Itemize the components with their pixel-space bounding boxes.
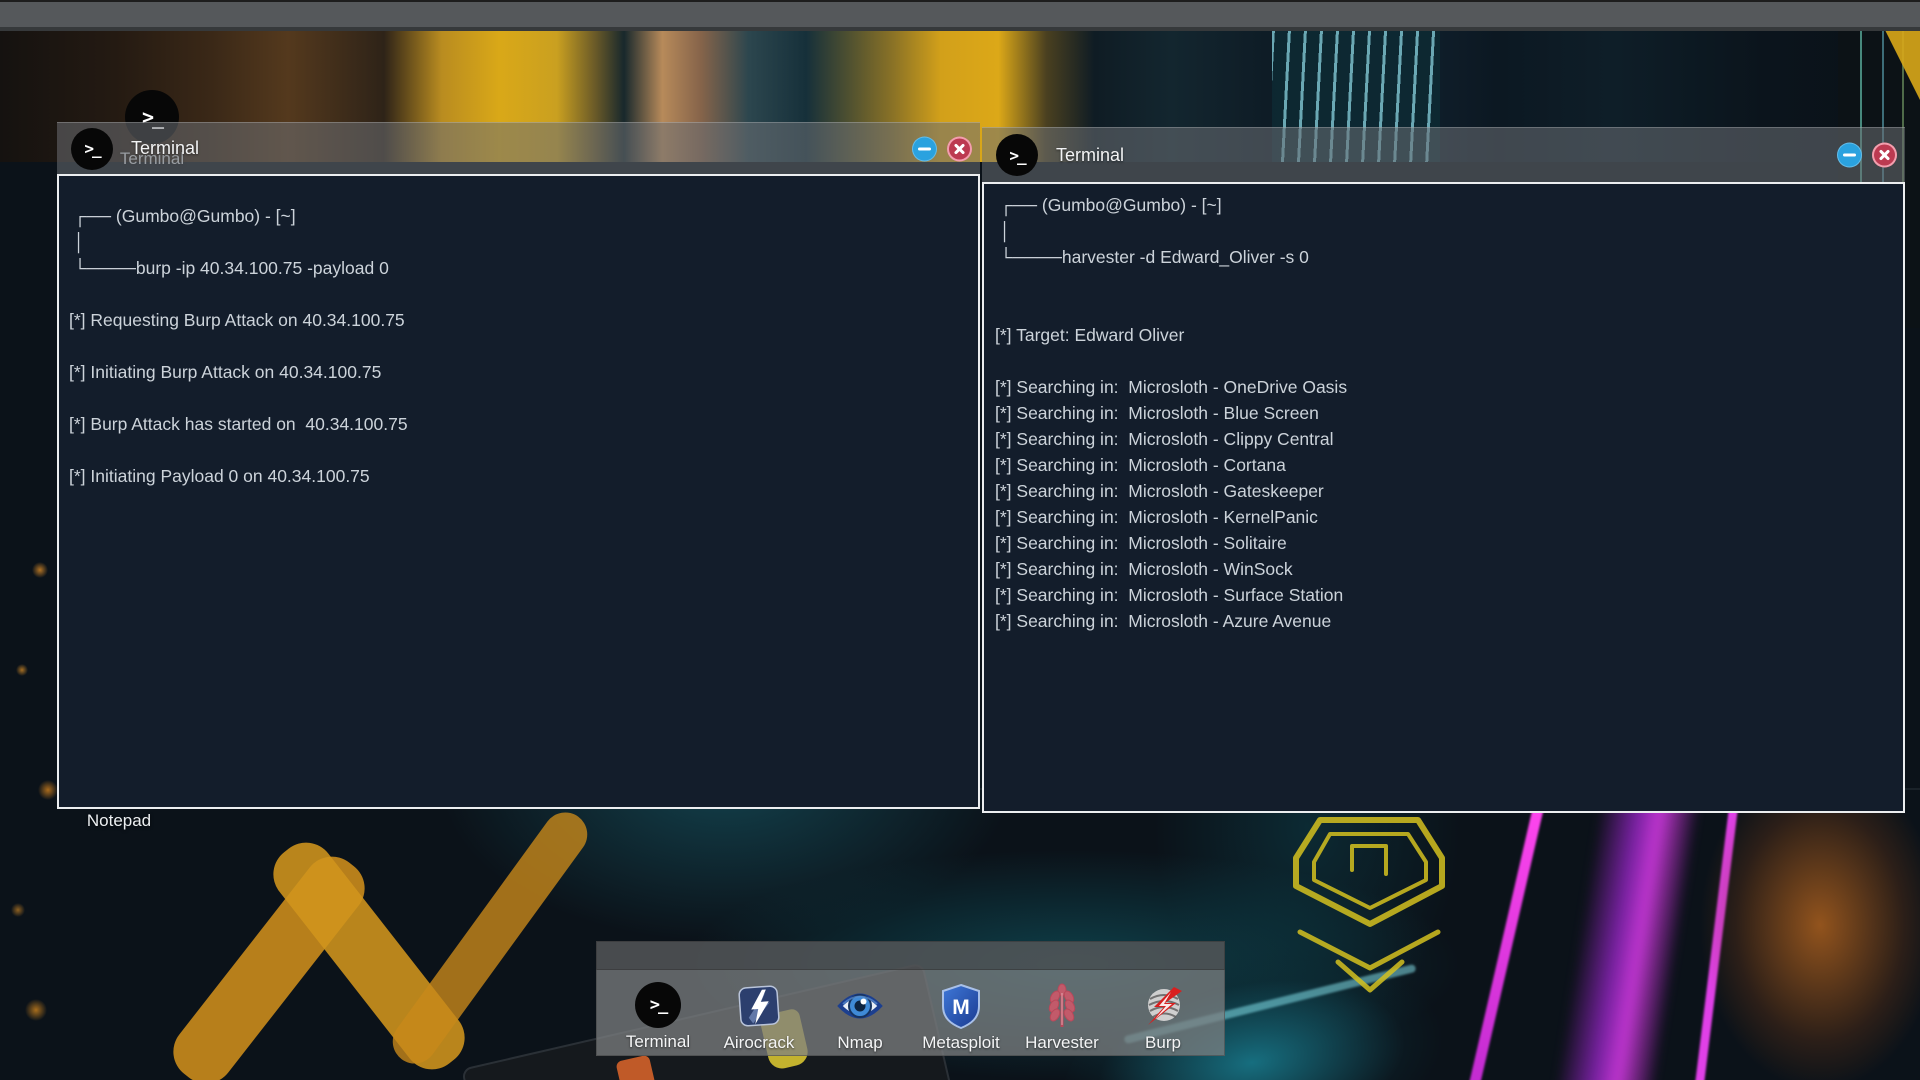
close-button[interactable] bbox=[1872, 143, 1897, 168]
dock-item-label: Harvester bbox=[1025, 1033, 1099, 1053]
dock-item-harvester[interactable]: Harvester bbox=[1012, 982, 1113, 1055]
wallpaper-panel-mark bbox=[615, 1054, 661, 1080]
eye-icon bbox=[837, 983, 883, 1029]
dock-item-label: Airocrack bbox=[724, 1033, 795, 1053]
terminal-output: ┌── (Gumbo@Gumbo) - [~] │ └────harvester… bbox=[984, 184, 1903, 634]
prompt-glyph: >_ bbox=[84, 139, 99, 158]
dock-item-terminal[interactable]: >_ Terminal bbox=[608, 982, 709, 1055]
wallpaper-magenta-band bbox=[1556, 782, 1699, 1080]
terminal-body: ┌── (Gumbo@Gumbo) - [~] │ └────harvester… bbox=[982, 182, 1905, 813]
prompt-glyph: >_ bbox=[1009, 146, 1024, 165]
dock-item-label: Burp bbox=[1145, 1033, 1181, 1053]
terminal-window-burp: >_ Terminal ┌── (Gumbo@Gumbo) - [~] │ └─… bbox=[57, 122, 980, 809]
terminal-prompt-icon: >_ bbox=[71, 128, 113, 170]
desktop-icon-notepad-label: Notepad bbox=[87, 811, 151, 831]
dock-item-burp[interactable]: Burp bbox=[1113, 982, 1214, 1055]
prompt-glyph: >_ bbox=[650, 995, 666, 1015]
window-titlebar[interactable]: >_ Terminal bbox=[57, 122, 980, 174]
close-button[interactable] bbox=[947, 136, 972, 161]
window-title: Terminal bbox=[131, 138, 199, 159]
dock-body: >_ Terminal Airocrack bbox=[596, 970, 1225, 1056]
terminal-window-harvester: >_ Terminal ┌── (Gumbo@Gumbo) - [~] │ └─… bbox=[982, 127, 1905, 813]
minimize-icon bbox=[1843, 154, 1856, 157]
red-bolt-icon bbox=[1140, 983, 1186, 1029]
dock-item-airocrack[interactable]: Airocrack bbox=[709, 982, 810, 1055]
shield-m-icon: M bbox=[938, 983, 984, 1029]
dock-item-label: Nmap bbox=[837, 1033, 882, 1053]
minimize-button[interactable] bbox=[1837, 143, 1862, 168]
desktop-background: >_ Terminal Notepad >_ Terminal ┌── (Gum… bbox=[0, 0, 1920, 1080]
wheat-icon bbox=[1039, 983, 1085, 1029]
svg-text:M: M bbox=[952, 996, 970, 1019]
dock: >_ Terminal Airocrack bbox=[596, 941, 1225, 1056]
window-titlebar[interactable]: >_ Terminal bbox=[982, 127, 1905, 182]
wallpaper-hexagon-emblem bbox=[1286, 812, 1452, 998]
top-bar bbox=[0, 0, 1920, 31]
dock-item-label: Metasploit bbox=[922, 1033, 999, 1053]
minimize-icon bbox=[918, 147, 931, 150]
terminal-body: ┌── (Gumbo@Gumbo) - [~] │ └────burp -ip … bbox=[57, 174, 980, 809]
dock-handle bbox=[596, 941, 1225, 970]
window-title: Terminal bbox=[1056, 145, 1124, 166]
terminal-output: ┌── (Gumbo@Gumbo) - [~] │ └────burp -ip … bbox=[59, 176, 978, 489]
dock-item-metasploit[interactable]: M Metasploit bbox=[911, 982, 1012, 1055]
minimize-button[interactable] bbox=[912, 136, 937, 161]
terminal-prompt-icon: >_ bbox=[635, 982, 681, 1028]
lightning-badge-icon bbox=[736, 983, 782, 1029]
dock-item-label: Terminal bbox=[626, 1032, 690, 1052]
dock-item-nmap[interactable]: Nmap bbox=[810, 982, 911, 1055]
wallpaper-left-column bbox=[0, 150, 60, 1080]
terminal-prompt-icon: >_ bbox=[996, 134, 1038, 176]
